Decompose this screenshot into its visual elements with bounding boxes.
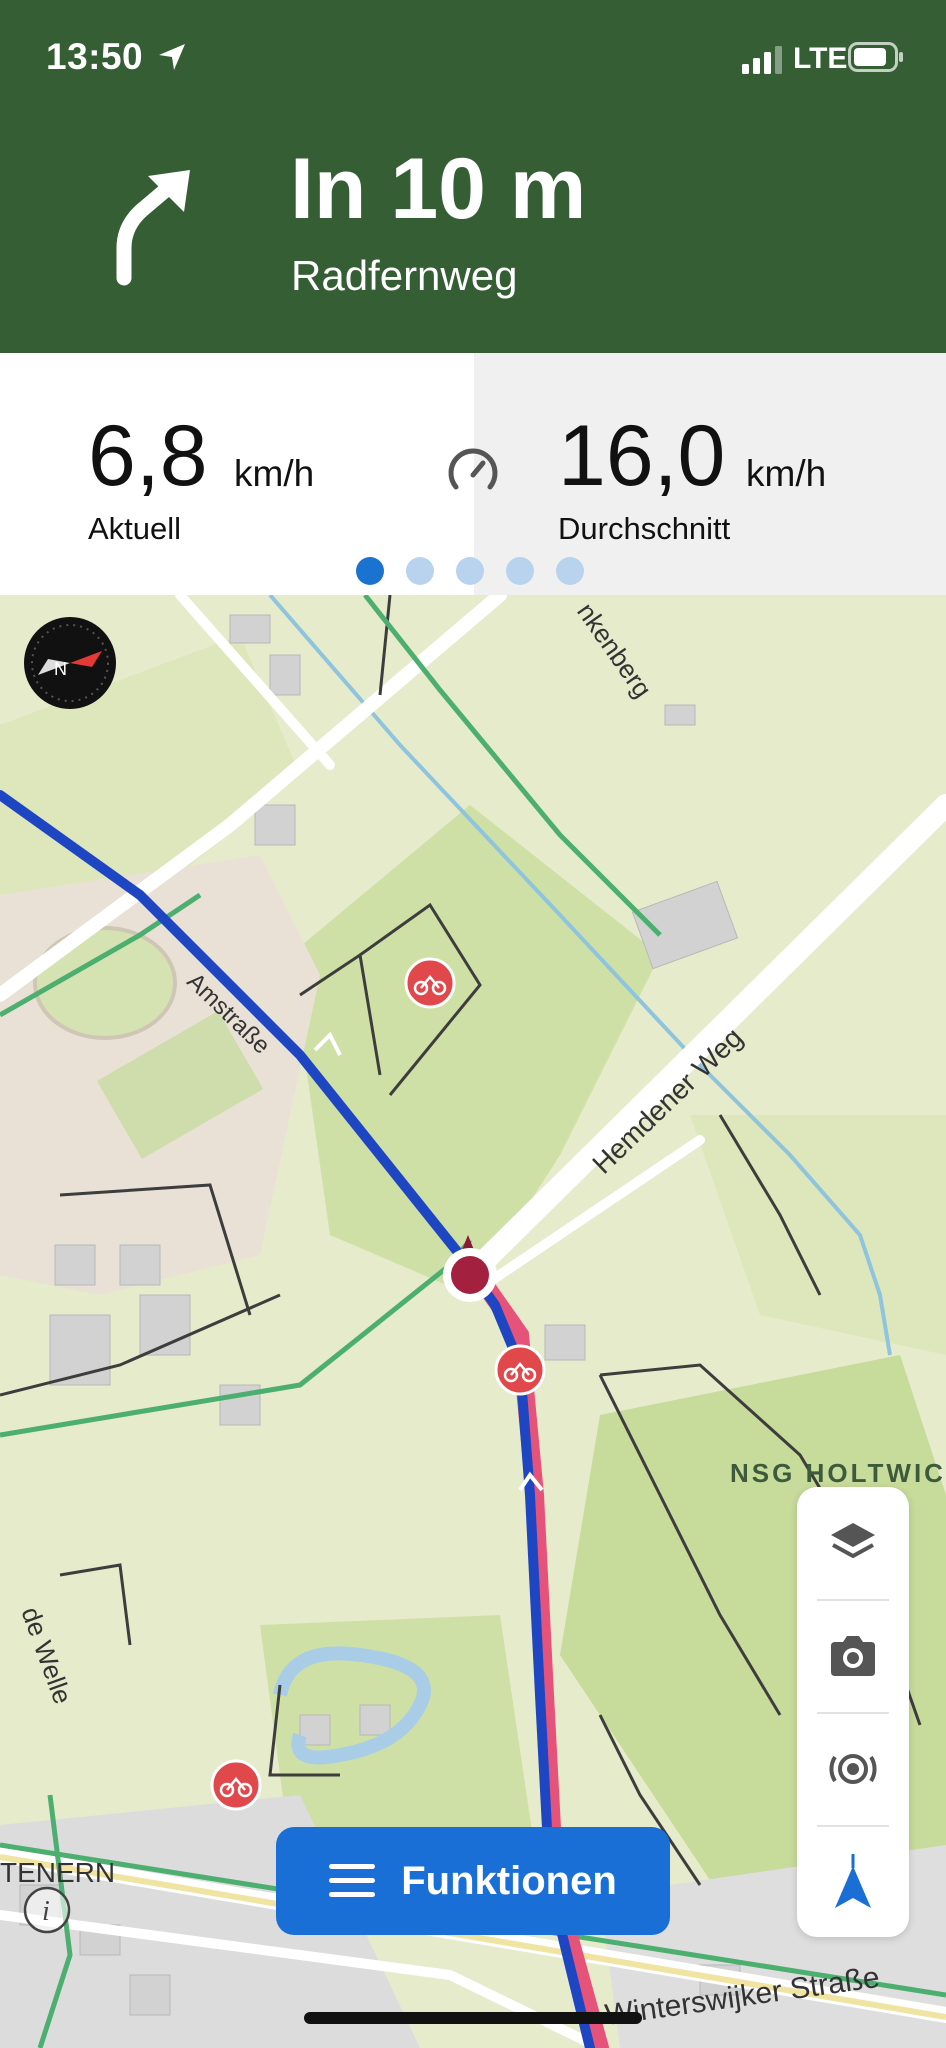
average-speed-unit: km/h — [746, 453, 827, 494]
navigation-header: 13:50 LTE In 10 m Radfernweg — [0, 0, 946, 353]
maneuver-distance: In 10 m — [290, 141, 587, 237]
cellular-signal-icon — [742, 46, 782, 74]
status-time: 13:50 — [46, 36, 144, 77]
current-speed-label: Aktuell — [88, 511, 182, 546]
map-controls-panel — [797, 1487, 909, 1937]
navigation-mode-button[interactable] — [797, 1826, 909, 1938]
page-dot[interactable] — [406, 557, 434, 585]
map-label-nsg: NSG HOLTWICK — [730, 1458, 946, 1488]
maneuver-street: Radfernweg — [291, 252, 518, 299]
menu-icon — [329, 1864, 376, 1897]
page-dot[interactable] — [556, 557, 584, 585]
speed-panel[interactable]: 6,8 km/h Aktuell 16,0 km/h Durchschnitt — [0, 353, 946, 595]
average-speed-value: 16,0 — [558, 408, 726, 504]
page-dot[interactable] — [456, 557, 484, 585]
camera-button[interactable] — [797, 1600, 909, 1712]
functions-label: Funktionen — [401, 1858, 617, 1903]
page-indicator[interactable] — [356, 557, 584, 585]
tracking-button[interactable] — [797, 1713, 909, 1825]
battery-icon — [848, 42, 903, 72]
average-speed-label: Durchschnitt — [558, 511, 731, 546]
current-speed-unit: km/h — [234, 453, 315, 494]
current-speed-value: 6,8 — [88, 408, 208, 504]
layers-icon — [831, 1523, 875, 1558]
svg-text:N: N — [54, 659, 67, 679]
svg-text:i: i — [42, 1896, 50, 1927]
compass-icon[interactable]: N — [22, 615, 118, 711]
network-type: LTE — [793, 42, 848, 75]
navigation-arrow-icon — [835, 1854, 871, 1908]
functions-button[interactable]: Funktionen — [276, 1827, 670, 1935]
home-indicator — [304, 2012, 642, 2024]
page-dot[interactable] — [506, 557, 534, 585]
status-bar: 13:50 LTE — [0, 0, 946, 120]
info-icon[interactable]: i — [22, 1885, 72, 1935]
layers-button[interactable] — [797, 1487, 909, 1599]
broadcast-icon — [829, 1754, 877, 1784]
turn-slight-right-icon — [116, 170, 190, 286]
page-dot[interactable] — [356, 557, 384, 585]
location-arrow-icon — [159, 44, 185, 70]
speedometer-icon — [448, 448, 498, 490]
camera-icon — [831, 1636, 875, 1676]
